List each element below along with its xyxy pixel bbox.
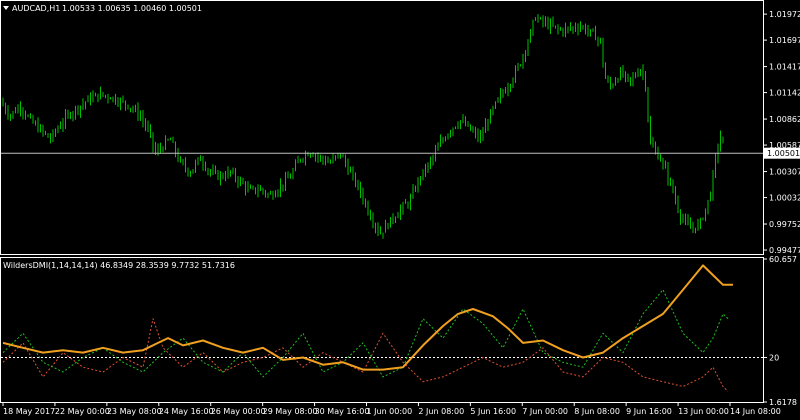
time-tick-label: 18 May 2017 <box>3 407 55 416</box>
indicator-tick-label: 1.6178 <box>769 398 797 407</box>
time-tick-label: 5 Jun 16:00 <box>470 407 516 416</box>
price-tick-label: 0.99752 <box>769 220 800 229</box>
price-tick-label: 1.00032 <box>769 194 800 203</box>
time-tick-label: 8 Jun 08:00 <box>574 407 620 416</box>
time-tick-label: 24 May 16:00 <box>159 407 214 416</box>
current-price-label: 1.00501 <box>767 149 800 158</box>
price-tick-label: 0.99477 <box>769 246 800 255</box>
time-tick-label: 13 Jun 00:00 <box>678 407 729 416</box>
time-tick-label: 29 May 08:00 <box>263 407 318 416</box>
time-tick-label: 22 May 00:00 <box>55 407 110 416</box>
time-tick-label: 23 May 08:00 <box>107 407 162 416</box>
indicator-tick-label: 60.657 <box>769 255 797 264</box>
indicator-tick-label: 20 <box>769 353 779 362</box>
chart-canvas[interactable]: 1.01972 1.01697 1.01417 1.01142 1.00862 1.005… <box>0 0 800 420</box>
price-tick-label: 1.01142 <box>769 89 800 98</box>
ohlc-values: 1.00533 1.00635 1.00460 1.00501 <box>62 4 202 13</box>
price-tick-label: 1.01417 <box>769 63 800 72</box>
time-tick-label: 9 Jun 16:00 <box>626 407 672 416</box>
time-tick-label: 2 Jun 08:00 <box>418 407 464 416</box>
time-tick-label: 1 Jun 00:00 <box>367 407 413 416</box>
time-tick-label: 26 May 00:00 <box>211 407 266 416</box>
indicator-header: WildersDMI(1,14,14,14) 46.8349 28.3539 9… <box>3 261 235 270</box>
price-tick-label: 1.00307 <box>769 168 800 177</box>
symbol-label: AUDCAD,H1 <box>12 4 60 13</box>
time-tick-label: 7 Jun 00:00 <box>522 407 568 416</box>
time-tick-label: 30 May 16:00 <box>315 407 370 416</box>
price-tick-label: 1.00862 <box>769 115 800 124</box>
price-tick-label: 1.01697 <box>769 36 800 45</box>
current-price-tag: 1.00501 <box>764 147 800 159</box>
price-tick-label: 1.01972 <box>769 10 800 19</box>
time-tick-label: 14 Jun 08:00 <box>730 407 781 416</box>
